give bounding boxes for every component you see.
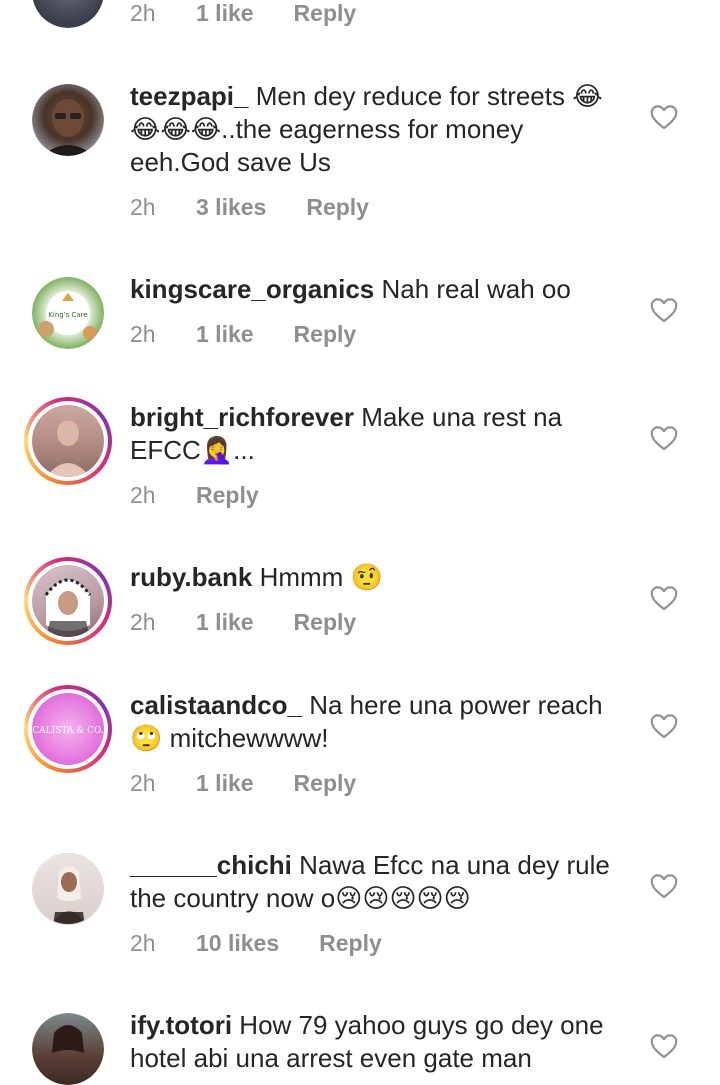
reply-button[interactable]: Reply bbox=[294, 0, 357, 27]
comment-body: calistaandco_ Na here una power reach 🙄 … bbox=[130, 689, 630, 755]
comment-username[interactable]: bright_richforever bbox=[130, 402, 354, 432]
avatar[interactable] bbox=[32, 84, 104, 156]
comment-text: Hmmm 🤨 bbox=[259, 562, 383, 592]
comment-likes[interactable]: 1 like bbox=[196, 609, 254, 636]
comment-body: ify.totori How 79 yahoo guys go dey one … bbox=[130, 1009, 630, 1075]
comment-likes[interactable]: 3 likes bbox=[196, 194, 266, 221]
comment-username[interactable]: ruby.bank bbox=[130, 562, 252, 592]
comment-body: bright_richforever Make una rest na EFCC… bbox=[130, 401, 630, 467]
reply-button[interactable]: Reply bbox=[294, 770, 357, 797]
comment-likes[interactable]: 1 like bbox=[196, 770, 254, 797]
comment-body: ______chichi Nawa Efcc na una dey rule t… bbox=[130, 849, 630, 915]
avatar-logo-text: CALISTA & CO. bbox=[32, 726, 104, 736]
avatar[interactable] bbox=[32, 1013, 104, 1085]
comment-username[interactable]: ify.totori bbox=[130, 1010, 232, 1040]
comment-time: 2h bbox=[130, 609, 156, 635]
comment-username[interactable]: ______chichi bbox=[130, 850, 292, 880]
comment-likes[interactable]: 10 likes bbox=[196, 930, 279, 957]
reply-button[interactable]: Reply bbox=[294, 321, 357, 348]
comment-body: ruby.bank Hmmm 🤨 bbox=[130, 561, 630, 594]
comment-time: 2h bbox=[130, 482, 156, 508]
comment-likes[interactable]: 1 like bbox=[196, 321, 254, 348]
avatar bbox=[32, 405, 104, 477]
avatar[interactable] bbox=[32, 0, 104, 28]
heart-outline-icon[interactable] bbox=[650, 585, 678, 611]
comment-time: 2h bbox=[130, 194, 156, 220]
comment-time: 2h bbox=[130, 321, 156, 347]
heart-outline-icon[interactable] bbox=[650, 873, 678, 899]
heart-outline-icon[interactable] bbox=[650, 1033, 678, 1059]
avatar-story-ring[interactable] bbox=[24, 557, 112, 645]
reply-button[interactable]: Reply bbox=[294, 609, 357, 636]
avatar: CALISTA & CO. bbox=[32, 693, 104, 765]
comment-time: 2h bbox=[130, 770, 156, 796]
comment-username[interactable]: kingscare_organics bbox=[130, 274, 374, 304]
comment-username[interactable]: calistaandco_ bbox=[130, 690, 302, 720]
avatar-story-ring[interactable]: CALISTA & CO. bbox=[24, 685, 112, 773]
heart-outline-icon[interactable] bbox=[650, 104, 678, 130]
comment-likes[interactable]: 1 like bbox=[196, 0, 254, 27]
heart-outline-icon[interactable] bbox=[650, 425, 678, 451]
avatar[interactable] bbox=[32, 853, 104, 925]
avatar bbox=[32, 565, 104, 637]
comment-time: 2h bbox=[130, 930, 156, 956]
avatar[interactable]: King's Care bbox=[32, 277, 104, 349]
comment-time: 2h bbox=[130, 0, 156, 26]
heart-outline-icon[interactable] bbox=[650, 713, 678, 739]
comment-body: kingscare_organics Nah real wah oo bbox=[130, 273, 630, 306]
reply-button[interactable]: Reply bbox=[319, 930, 382, 957]
avatar-story-ring[interactable] bbox=[24, 397, 112, 485]
reply-button[interactable]: Reply bbox=[306, 194, 369, 221]
avatar-logo-text: King's Care bbox=[48, 311, 87, 319]
reply-button[interactable]: Reply bbox=[196, 482, 259, 509]
heart-outline-icon[interactable] bbox=[650, 297, 678, 323]
comment-body: teezpapi_ Men dey reduce for streets 😂😂😂… bbox=[130, 80, 630, 179]
comment-username[interactable]: teezpapi_ bbox=[130, 81, 249, 111]
comment-text: Nah real wah oo bbox=[381, 274, 571, 304]
